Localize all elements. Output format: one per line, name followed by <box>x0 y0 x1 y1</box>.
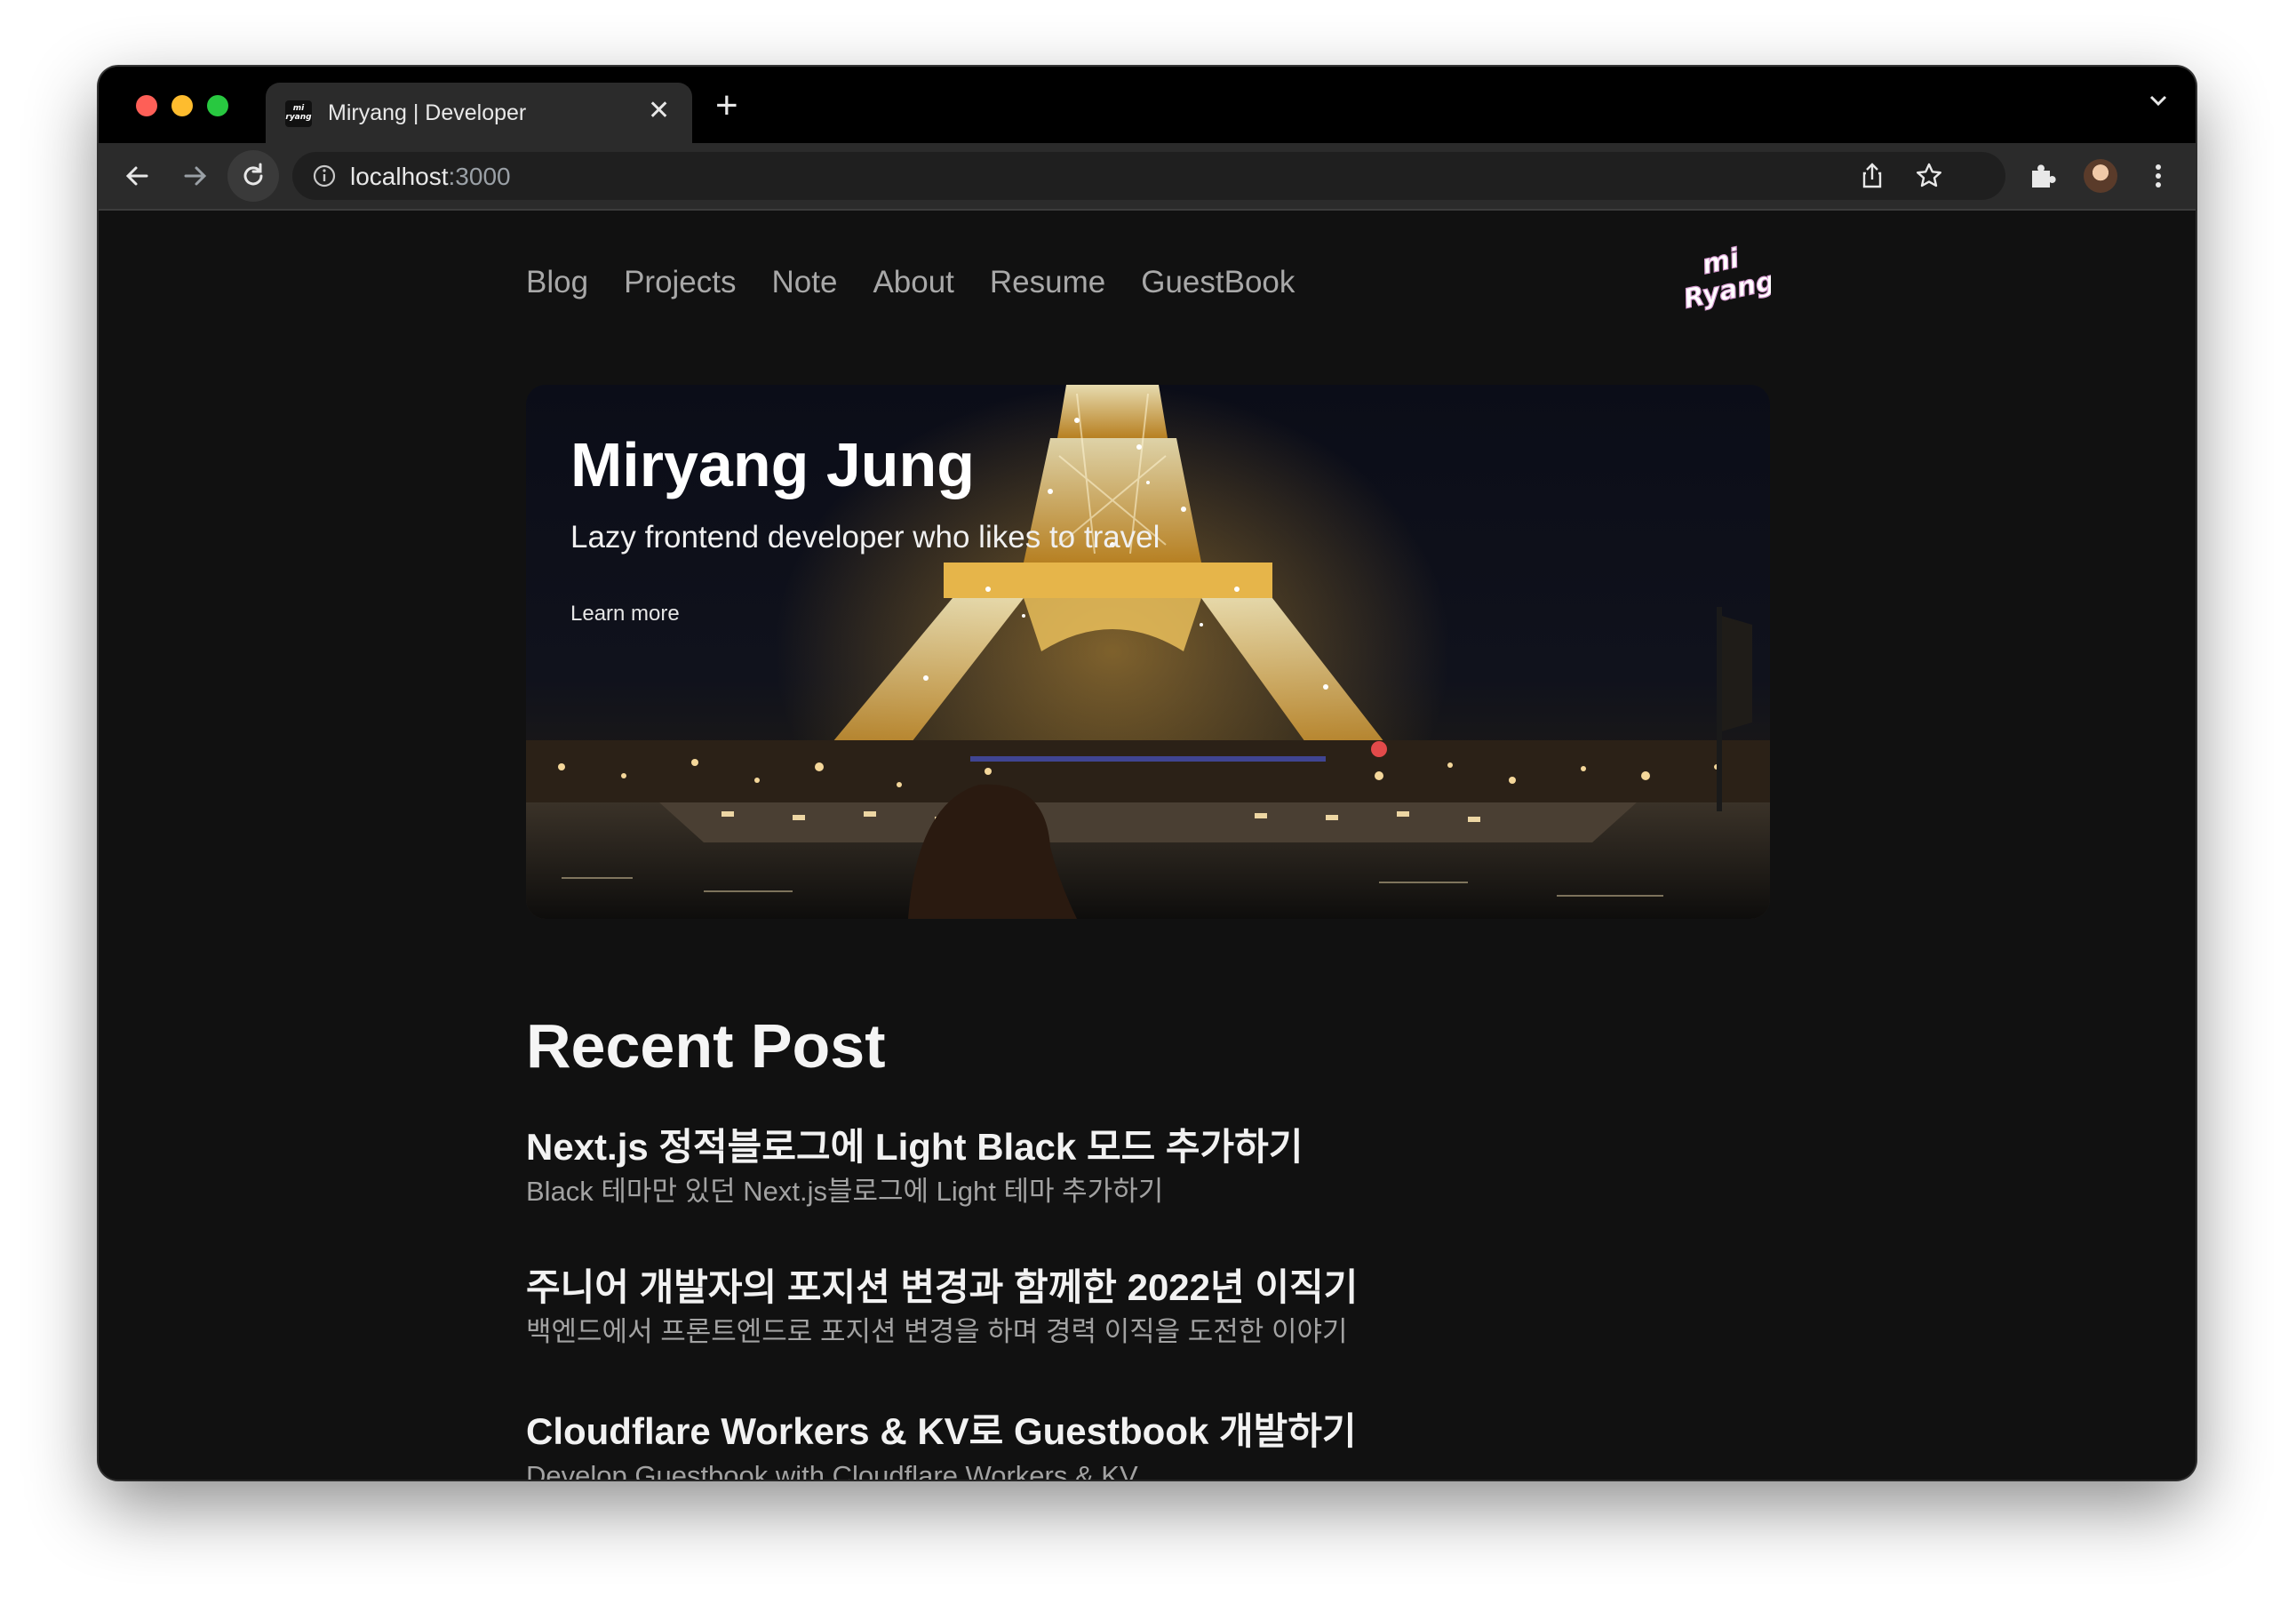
info-icon[interactable] <box>312 164 337 188</box>
nav-item-blog[interactable]: Blog <box>526 260 588 305</box>
url-host: localhost <box>350 163 449 190</box>
star-icon[interactable] <box>1913 160 1945 192</box>
reload-icon[interactable] <box>237 160 269 192</box>
address-bar[interactable]: localhost:3000 <box>292 152 2005 200</box>
page-content: Blog Projects Note About Resume GuestBoo… <box>99 211 2196 1480</box>
post-description: Black 테마만 있던 Next.js블로그에 Light 테마 추가하기 <box>526 1176 1164 1207</box>
puzzle-extension-icon[interactable] <box>2027 160 2059 192</box>
nav-item-guestbook[interactable]: GuestBook <box>1141 260 1295 305</box>
browser-tab[interactable]: mi ryang Miryang | Developer ✕ <box>266 83 692 143</box>
share-icon[interactable] <box>1856 160 1888 192</box>
main-nav: Blog Projects Note About Resume GuestBoo… <box>526 260 1295 305</box>
plus-icon[interactable]: + <box>715 86 738 125</box>
close-window-button[interactable] <box>136 95 157 116</box>
chevron-down-icon[interactable] <box>2148 90 2169 111</box>
post-title[interactable]: 주니어 개발자의 포지션 변경과 함께한 2022년 이직기 <box>526 1265 1770 1311</box>
tab-title: Miryang | Developer <box>328 100 527 125</box>
zoom-window-button[interactable] <box>207 95 228 116</box>
url-text[interactable]: localhost:3000 <box>350 163 511 191</box>
list-item[interactable]: Next.js 정적블로그에 Light Black 모드 추가하기 Black… <box>526 1124 1770 1209</box>
minimize-window-button[interactable] <box>171 95 193 116</box>
site-logo[interactable]: mi Ryang <box>1682 241 1771 312</box>
site-favicon: mi ryang <box>285 100 312 127</box>
nav-item-resume[interactable]: Resume <box>990 260 1105 305</box>
back-arrow-icon[interactable] <box>122 160 154 192</box>
post-description: Develop Guestbook with Cloudflare Worker… <box>526 1460 1138 1480</box>
recent-post-heading: Recent Post <box>526 1011 886 1081</box>
hero-banner: Miryang Jung Lazy frontend developer who… <box>526 385 1770 919</box>
forward-arrow-icon[interactable] <box>179 160 211 192</box>
post-title[interactable]: Cloudflare Workers & KV로 Guestbook 개발하기 <box>526 1409 1770 1455</box>
learn-more-link[interactable]: Learn more <box>570 602 680 626</box>
nav-item-about[interactable]: About <box>873 260 953 305</box>
hero-subtitle: Lazy frontend developer who likes to tra… <box>570 520 1160 555</box>
hero-title: Miryang Jung <box>570 430 976 499</box>
list-item[interactable]: Cloudflare Workers & KV로 Guestbook 개발하기 … <box>526 1409 1770 1480</box>
list-item[interactable]: 주니어 개발자의 포지션 변경과 함께한 2022년 이직기 백엔드에서 프론트… <box>526 1265 1770 1350</box>
post-title[interactable]: Next.js 정적블로그에 Light Black 모드 추가하기 <box>526 1124 1770 1170</box>
post-description: 백엔드에서 프론트엔드로 포지션 변경을 하며 경력 이직을 도전한 이야기 <box>526 1316 1348 1347</box>
avatar[interactable] <box>2084 159 2117 193</box>
close-icon[interactable]: ✕ <box>648 95 670 127</box>
nav-item-projects[interactable]: Projects <box>624 260 736 305</box>
more-vert-icon[interactable] <box>2142 160 2174 192</box>
tab-strip: mi ryang Miryang | Developer ✕ + <box>99 67 2196 143</box>
url-port: :3000 <box>448 163 511 190</box>
browser-window: mi ryang Miryang | Developer ✕ + localho… <box>99 67 2196 1480</box>
nav-item-note[interactable]: Note <box>772 260 838 305</box>
browser-toolbar: localhost:3000 <box>99 143 2196 211</box>
